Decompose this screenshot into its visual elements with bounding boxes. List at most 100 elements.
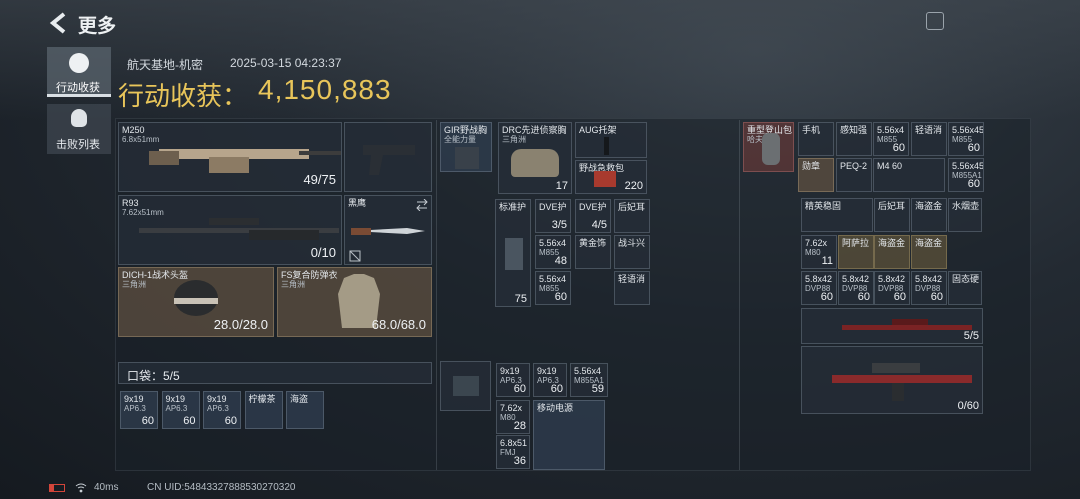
backpack-item[interactable]: 5.56x4 M855A1 59 (570, 363, 608, 397)
right-grid-item[interactable]: 精英稳固 (801, 198, 873, 232)
item-sub: 全能力量 (444, 135, 476, 144)
helmet-slot[interactable]: DICH-1战术头盔 三角洲 28.0/28.0 (118, 267, 274, 337)
item-name: 后妃耳 (878, 201, 906, 211)
item-qty: 60 (967, 178, 980, 190)
armor-plate-slot[interactable]: 标准护 75 (495, 199, 531, 307)
item-name: 5.56x4 (877, 125, 905, 135)
helmet-icon (174, 280, 218, 316)
melee-slot[interactable]: 黑鹰 (344, 195, 432, 265)
pocket-item[interactable]: 海盗 (286, 391, 324, 429)
item-qty: 220 (624, 180, 643, 192)
armor-name: FS复合防弹衣 (281, 270, 338, 280)
item-qty: 60 (554, 291, 567, 303)
right-grid-item[interactable]: 5.8x42 DVP88 60 (911, 271, 947, 305)
right-grid-item[interactable]: 固态硬 (948, 271, 982, 305)
tab-kills[interactable]: 击败列表 (47, 104, 111, 154)
item-qty: 36 (513, 455, 526, 467)
right-item[interactable]: PEQ-2 (836, 158, 872, 192)
weapon-slot-secondary[interactable]: R93 7.62x51mm 0/10 (118, 195, 342, 265)
backpack-item[interactable]: 9x19 AP6.3 60 (496, 363, 530, 397)
backpack-case-slot[interactable] (440, 361, 491, 411)
chest-rig-slot[interactable]: GIR野战胸 全能力量 (440, 122, 492, 172)
item-sub: 三角洲 (502, 135, 526, 144)
back-button[interactable]: 更多 (46, 10, 126, 37)
chest-slot-item[interactable]: 轻语消 (614, 271, 650, 305)
chest-slot-item[interactable]: 5.56x4 M855 48 (535, 235, 571, 269)
item-name: 海盗金 (915, 238, 943, 248)
right-item[interactable]: 轻语消 (911, 122, 947, 156)
backpack-item[interactable]: 移动电源 (533, 400, 605, 470)
backpack-item[interactable]: 9x19 AP6.3 60 (533, 363, 567, 397)
right-grid-item[interactable]: 水烟壶 (948, 198, 982, 232)
right-item[interactable]: 勋章 (798, 158, 834, 192)
backpack-slot[interactable]: 重型登山包 哈夫克 (743, 122, 794, 172)
no-insure-icon (349, 250, 361, 262)
item-name: 6.8x51 (500, 438, 528, 448)
right-item[interactable]: 5.56x45 M855 60 (948, 122, 984, 156)
right-item[interactable]: 5.56x4 M855 60 (873, 122, 909, 156)
uid: CN UID:5484332788853027032​0 (147, 482, 296, 493)
right-grid-item[interactable]: 阿萨拉 (838, 235, 874, 269)
pistol-icon (363, 145, 415, 175)
right-grid-item[interactable]: 7.62x M80 11 (801, 235, 837, 269)
swap-icon[interactable] (415, 199, 429, 211)
chest-slot-item[interactable]: 5.56x4 M855 60 (535, 271, 571, 305)
chest-slot-item[interactable]: DVE护 4/5 (575, 199, 611, 233)
item-sub: AP6.3 (124, 404, 146, 413)
right-weapon-2[interactable]: 0/60 (801, 346, 983, 414)
chest-slot-item[interactable]: 黄金饰 (575, 235, 611, 269)
armor-slot[interactable]: FS复合防弹衣 三角洲 68.0/68.0 (277, 267, 432, 337)
item-name: 精英稳固 (805, 201, 842, 211)
item-name: 战斗兴 (618, 238, 646, 248)
item-name: 5.56x45 (952, 125, 984, 135)
pistol-slot[interactable] (344, 122, 432, 192)
mount-icon (604, 137, 609, 155)
item-name: GIR野战胸 (444, 125, 488, 135)
backpack-item[interactable]: 7.62x M80 28 (496, 400, 530, 434)
medkit-icon (594, 171, 616, 187)
pocket-item[interactable]: 9x19 AP6.3 60 (120, 391, 158, 429)
right-grid-item[interactable]: 5.8x42 DVP88 60 (874, 271, 910, 305)
aug-mount-slot[interactable]: AUG托架 (575, 122, 647, 158)
right-item[interactable]: M4 60 (873, 158, 945, 192)
right-grid-item[interactable]: 海盗金 (911, 198, 947, 232)
right-grid-item[interactable]: 后妃耳 (874, 198, 910, 232)
right-grid-item[interactable]: 5.8x42 DVP88 60 (838, 271, 874, 305)
item-sub: M80 (805, 248, 821, 257)
backpack-item[interactable]: 6.8x51 FMJ 36 (496, 435, 530, 469)
tab-haul[interactable]: 行动收获 (47, 47, 111, 97)
medkit-slot[interactable]: 野战急救包 220 (575, 160, 647, 194)
right-grid-item[interactable]: 海盗金 (874, 235, 910, 269)
skull-icon (71, 109, 87, 127)
right-grid-item[interactable]: 海盗金 (911, 235, 947, 269)
sniper-rifle-icon (139, 218, 339, 240)
tab-haul-label: 行动收获 (56, 82, 100, 94)
item-name: DRC先进侦察胸 (502, 125, 567, 135)
item-name: 9x19 (537, 366, 557, 376)
item-name: 柠檬茶 (248, 394, 276, 404)
pocket-item[interactable]: 9x19 AP6.3 60 (161, 391, 200, 429)
chest-slot-item[interactable]: 战斗兴 (614, 235, 650, 269)
pocket-item[interactable]: 9x19 AP6.3 60 (203, 391, 241, 429)
weapon-slot-primary[interactable]: M250 6.8x51mm 49/75 (118, 122, 342, 192)
right-grid-item[interactable]: 5.8x42 DVP88 60 (801, 271, 837, 305)
pocket-header: 口袋：5/5 (118, 362, 432, 384)
item-name: 9x19 (207, 394, 227, 404)
weapon-ammo: 0/10 (310, 245, 336, 260)
right-item[interactable]: 5.56x45 M855A1 60 (948, 158, 984, 192)
item-qty: 60 (550, 383, 563, 395)
chest-slot-item[interactable]: DVE护 3/5 (535, 199, 571, 233)
item-qty: 59 (591, 383, 604, 395)
header-button[interactable] (926, 12, 944, 30)
item-name: 感知强 (840, 125, 868, 135)
chest-slot-item[interactable]: 后妃耳 (614, 199, 650, 233)
item-sub: AP6.3 (207, 404, 229, 413)
item-qty: 60 (967, 142, 980, 154)
item-name: 海盗金 (878, 238, 906, 248)
right-weapon-1[interactable]: 5/5 (801, 308, 983, 344)
recon-rig-slot[interactable]: DRC先进侦察胸 三角洲 17 (498, 122, 572, 194)
right-item[interactable]: 感知强 (836, 122, 872, 156)
right-item[interactable]: 手机 (798, 122, 834, 156)
item-qty: 60 (892, 142, 905, 154)
pocket-item[interactable]: 柠檬茶 (244, 391, 283, 429)
